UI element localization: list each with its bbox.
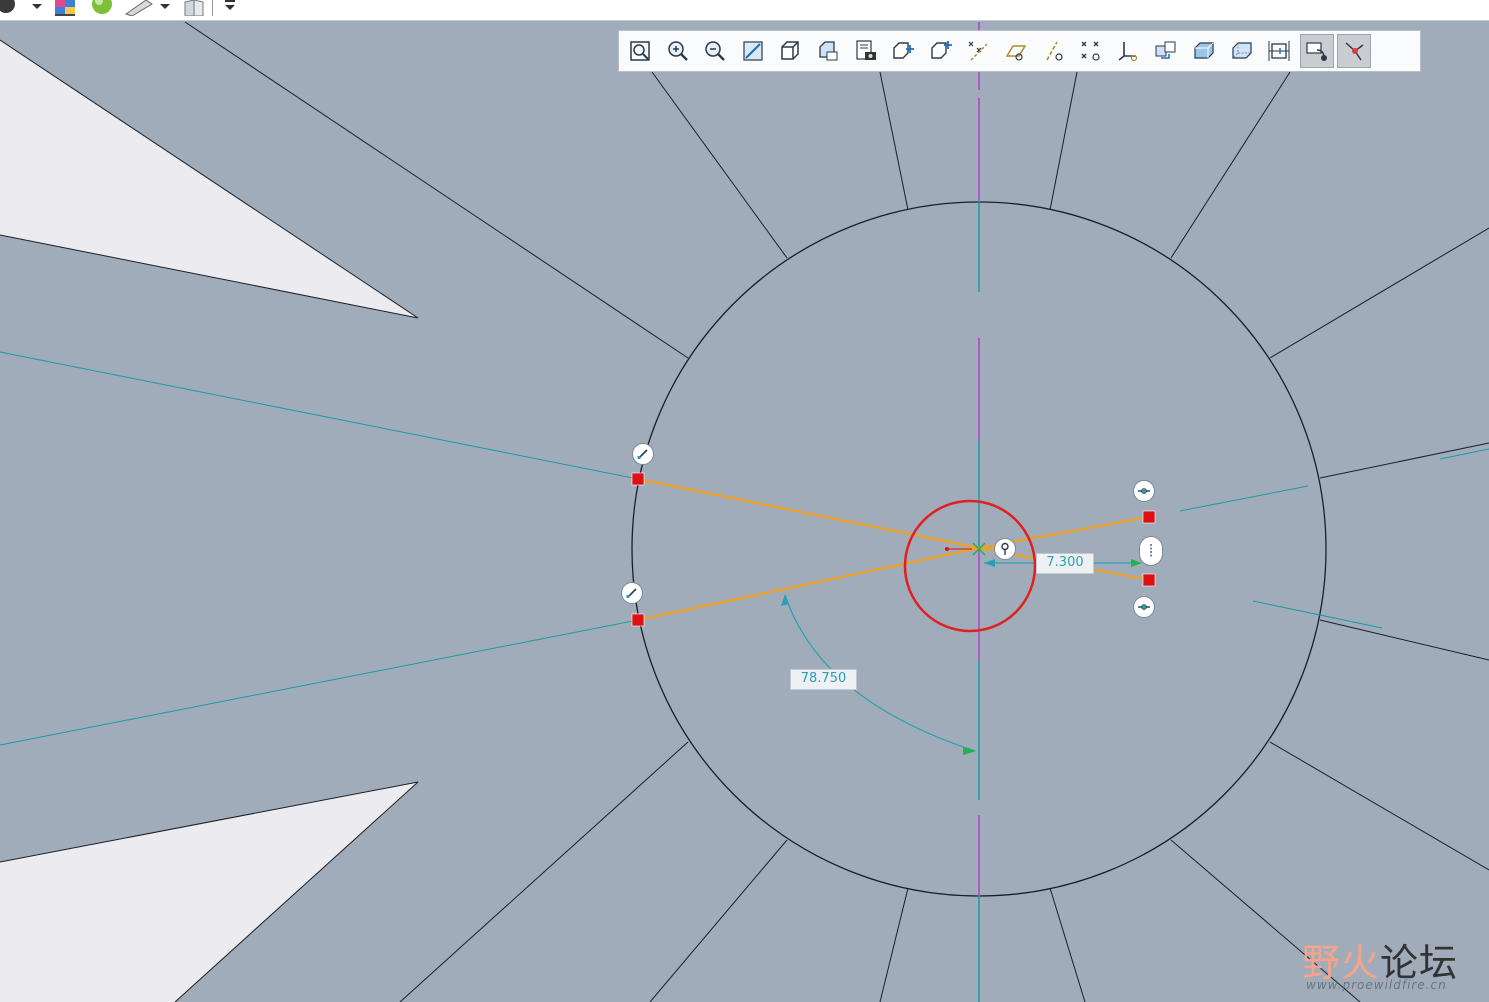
shaded-view-icon (1194, 42, 1214, 59)
repaint-icon (743, 41, 763, 61)
constraint-display-button[interactable] (1299, 34, 1334, 68)
zoom-in-button[interactable] (661, 34, 695, 68)
display-style-button[interactable] (773, 34, 807, 68)
hidden-line-button[interactable] (1225, 34, 1259, 68)
display-style-icon (781, 41, 800, 60)
saved-orientations-button[interactable] (811, 34, 845, 68)
linear-arrow-left (984, 559, 995, 567)
saved-orientations-icon (819, 41, 838, 61)
annotation-display-icon (1155, 41, 1176, 59)
vertex-display-icon (1345, 42, 1364, 61)
highlight-circle (903, 499, 1037, 633)
pin-icon (1001, 542, 1009, 555)
csys-display-icon (1118, 42, 1137, 62)
slide-handle-icon (1138, 488, 1150, 494)
radial-edges (184, 21, 1489, 1002)
axis-display-icon (1045, 41, 1063, 61)
point-display-icon (1081, 41, 1100, 61)
shaded-view-button[interactable] (1187, 34, 1221, 68)
plane-display-button[interactable] (999, 34, 1033, 68)
endpoint-drag-handle[interactable] (1133, 480, 1155, 502)
angle-arrow-bottom (963, 747, 976, 755)
construction-lines (0, 351, 1489, 746)
line-drag-handle[interactable] (621, 582, 643, 604)
perspective-icon (893, 42, 915, 59)
refit-button[interactable] (623, 34, 657, 68)
constraint-display-icon (1306, 42, 1327, 61)
datum-display-button[interactable] (961, 34, 995, 68)
view-manager-icon (855, 40, 876, 60)
watermark-url: www.proewildfire.cn (1306, 978, 1447, 992)
endpoint-markers[interactable] (631, 472, 1156, 627)
datum-display-icon (968, 41, 988, 61)
selected-lines[interactable] (637, 477, 1150, 622)
slide-handle-icon (1138, 604, 1150, 610)
forum-watermark: 野火论坛 www.proewildfire.cn (1300, 928, 1480, 998)
graphics-area[interactable] (0, 0, 1489, 1002)
spin-center-button[interactable] (924, 34, 958, 68)
center-drag-handle[interactable] (994, 538, 1016, 560)
symmetry-icon (1150, 544, 1152, 558)
line-drag-handle[interactable] (632, 443, 654, 465)
zoom-out-button[interactable] (698, 34, 732, 68)
repaint-button[interactable] (736, 34, 770, 68)
angle-arrow-top (781, 594, 789, 606)
angle-dimension-label[interactable]: 78.750 (790, 669, 857, 690)
csys-display-button[interactable] (1112, 34, 1146, 68)
refit-icon (630, 41, 650, 61)
hidden-line-icon (1231, 42, 1252, 59)
linear-dimension-label[interactable]: 7.300 (1036, 553, 1094, 574)
endpoint-drag-handle[interactable] (1133, 596, 1155, 618)
vertex-display-button[interactable] (1337, 34, 1372, 68)
plane-display-icon (1005, 45, 1027, 61)
axis-display-button[interactable] (1037, 34, 1071, 68)
symmetry-handle[interactable] (1139, 536, 1163, 566)
center-point-dot (945, 547, 949, 551)
point-display-button[interactable] (1074, 34, 1108, 68)
drag-line-icon (637, 449, 648, 459)
dimension-display-button[interactable] (1262, 34, 1296, 68)
view-manager-button[interactable] (849, 34, 883, 68)
zoom-in-icon (667, 41, 688, 61)
dimension-display-icon (1268, 41, 1290, 61)
perspective-button[interactable] (886, 34, 920, 68)
annotation-display-button[interactable] (1149, 34, 1183, 68)
view-toolbar (618, 30, 1421, 72)
spin-center-icon (931, 41, 952, 59)
surface-wedge-lower (0, 782, 418, 1002)
drag-line-icon (626, 588, 637, 598)
zoom-out-icon (705, 41, 726, 61)
